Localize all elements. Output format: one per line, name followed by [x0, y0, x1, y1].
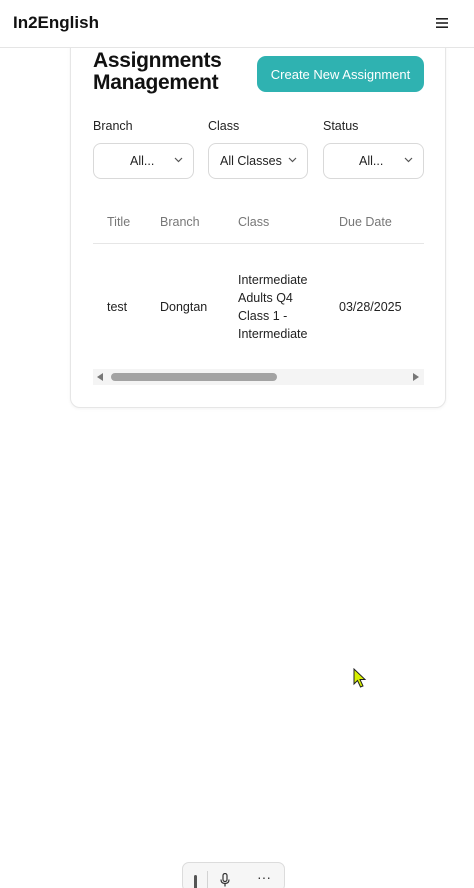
branch-filter-label: Branch: [93, 119, 133, 133]
cell-class-line: Adults Q4: [238, 291, 293, 305]
column-header-title[interactable]: Title: [107, 215, 130, 229]
chevron-down-icon: [288, 157, 297, 163]
branch-filter-value: All...: [130, 154, 155, 168]
status-filter-select[interactable]: All...: [323, 143, 424, 179]
column-header-branch[interactable]: Branch: [160, 215, 200, 229]
class-filter-select[interactable]: All Classes: [208, 143, 308, 179]
class-filter-value: All Classes: [220, 154, 282, 168]
table-header-divider: [93, 243, 424, 244]
top-bar: In2English: [0, 0, 474, 48]
mouse-cursor-icon: [353, 668, 367, 688]
chevron-down-icon: [404, 157, 413, 163]
toolbar-separator: [207, 871, 208, 888]
table-horizontal-scrollbar[interactable]: [93, 369, 424, 385]
scroll-right-arrow-icon[interactable]: [412, 373, 419, 381]
create-new-assignment-button[interactable]: Create New Assignment: [257, 56, 424, 92]
more-options-icon[interactable]: ···: [257, 869, 271, 885]
scrollbar-thumb[interactable]: [111, 373, 277, 381]
chevron-down-icon: [174, 157, 183, 163]
cell-class-line: Intermediate: [238, 273, 308, 287]
scroll-left-arrow-icon[interactable]: [97, 373, 104, 381]
column-header-due-date[interactable]: Due Date: [339, 215, 392, 229]
cell-branch: Dongtan: [160, 300, 208, 314]
class-filter-label: Class: [208, 119, 240, 133]
app-brand[interactable]: In2English: [13, 13, 99, 33]
floating-toolbar: ···: [182, 862, 285, 888]
hamburger-menu-button[interactable]: [432, 12, 452, 34]
microphone-icon[interactable]: [220, 873, 230, 887]
hamburger-menu-icon: [436, 18, 448, 28]
status-filter-value: All...: [359, 154, 384, 168]
branch-filter-select[interactable]: All...: [93, 143, 194, 179]
column-header-class[interactable]: Class: [238, 215, 269, 229]
cell-due-date: 03/28/2025: [339, 300, 402, 314]
cell-class-line: Class 1 -: [238, 309, 288, 323]
status-filter-label: Status: [323, 119, 359, 133]
cell-title[interactable]: test: [107, 298, 127, 316]
cell-class-line: Intermediate: [238, 327, 308, 341]
grip-icon[interactable]: [194, 875, 197, 888]
cell-class: Intermediate Adults Q4 Class 1 - Interme…: [238, 271, 307, 343]
page-title: Assignments Management: [93, 49, 222, 94]
